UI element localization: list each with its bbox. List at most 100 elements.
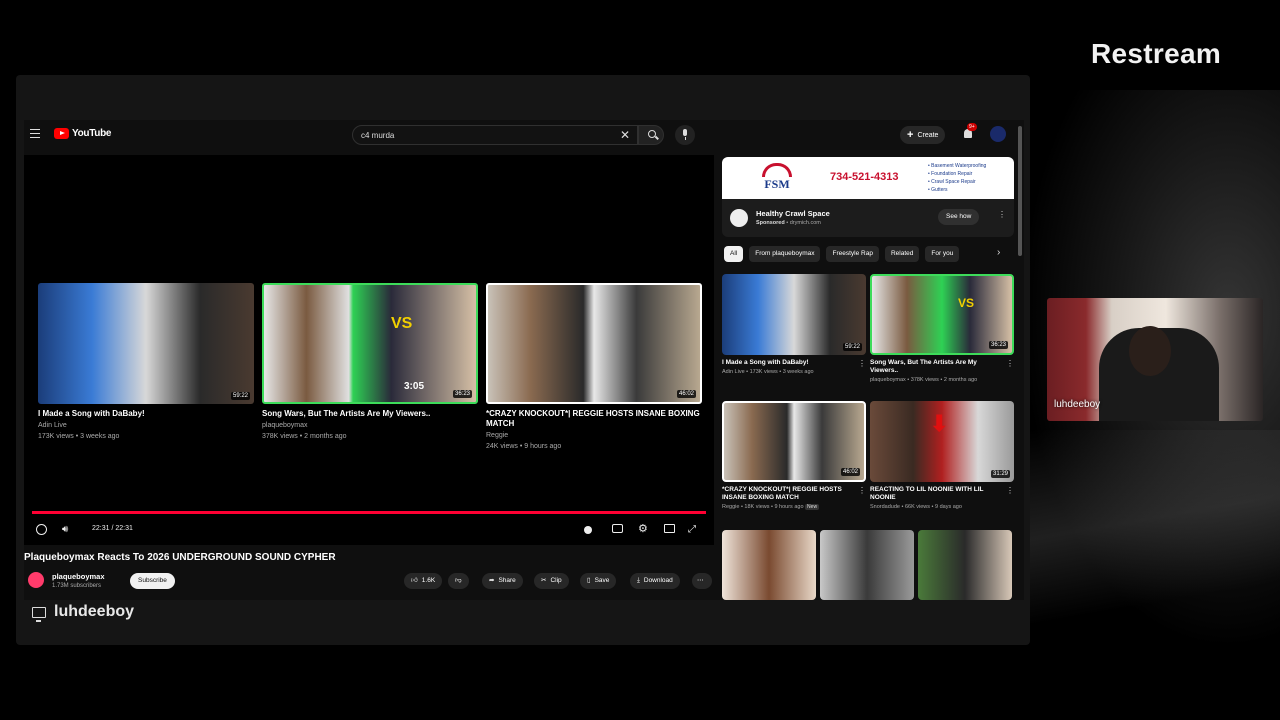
- screen-share-label: luhdeeboy: [32, 603, 134, 622]
- shorts-thumbnail[interactable]: [722, 530, 816, 600]
- channel-avatar[interactable]: [28, 572, 44, 588]
- duration-badge: 46:02: [676, 390, 696, 398]
- ad-sponsored-line: Sponsored • drymich.com: [756, 220, 821, 226]
- settings-gear-icon[interactable]: ⚙: [638, 524, 649, 535]
- endscreen-title: *CRAZY KNOCKOUT*| REGGIE HOSTS INSANE BO…: [486, 409, 700, 428]
- shorts-thumbnail[interactable]: [820, 530, 914, 600]
- advertiser-avatar: [730, 209, 748, 227]
- channel-name[interactable]: plaqueboymax: [52, 572, 105, 581]
- duration-badge: 31:29: [990, 470, 1010, 478]
- video-player[interactable]: 59:22 I Made a Song with DaBaby! Adin Li…: [24, 155, 714, 545]
- chip-from-channel[interactable]: From plaqueboymax: [749, 246, 821, 262]
- youtube-header: YouTube c4 murda ✕ + Create 9+: [24, 120, 1024, 150]
- shorts-thumbnail[interactable]: [918, 530, 1012, 600]
- arrow-down-icon: ⬇: [930, 411, 949, 436]
- duration-badge: 59:22: [230, 392, 250, 400]
- sponsored-ad[interactable]: FSM 734-521-4313 • Basement Waterproofin…: [722, 157, 1014, 237]
- volume-icon[interactable]: 🔊︎: [62, 524, 73, 535]
- create-label: Create: [917, 131, 939, 139]
- notification-badge: 9+: [967, 123, 977, 131]
- ad-menu-icon[interactable]: ⋮: [998, 211, 1006, 222]
- like-button[interactable]: 👍︎ 1.6K: [404, 573, 443, 589]
- scissors-icon: ✂: [541, 577, 547, 584]
- time-display: 22:31 / 22:31: [92, 525, 133, 532]
- recommended-video[interactable]: ⬇ 31:29 REACTING TO LIL NOONIE WITH LIL N…: [870, 401, 1014, 510]
- video-menu-icon[interactable]: ⋮: [858, 360, 866, 371]
- fullscreen-icon[interactable]: ⤢: [688, 524, 699, 535]
- menu-icon[interactable]: [30, 129, 40, 138]
- youtube-play-icon: [54, 128, 69, 139]
- chip-freestyle-rap[interactable]: Freestyle Rap: [826, 246, 879, 262]
- monitor-icon: [32, 606, 46, 622]
- video-thumbnail: ⬇ 31:29: [870, 401, 1014, 482]
- chevron-right-icon[interactable]: ›: [997, 247, 1000, 258]
- ad-banner: FSM 734-521-4313 • Basement Waterproofin…: [722, 157, 1014, 199]
- bookmark-icon: ▯: [587, 577, 591, 584]
- chip-all[interactable]: All: [724, 246, 744, 262]
- recommended-video[interactable]: VS 36:23 Song Wars, But The Artists Are M…: [870, 274, 1014, 383]
- subscriber-count: 1.73M subscribers: [52, 583, 102, 589]
- share-icon: ➦: [489, 577, 495, 584]
- recommended-video[interactable]: 59:22 I Made a Song with DaBaby! Adin Li…: [722, 274, 866, 375]
- video-title: Plaqueboymax Reacts To 2026 UNDERGROUND …: [24, 552, 336, 563]
- video-menu-icon[interactable]: ⋮: [1006, 360, 1014, 371]
- dislike-button[interactable]: 👎︎: [448, 573, 469, 589]
- clip-button[interactable]: ✂ Clip: [534, 573, 569, 589]
- voice-search-button[interactable]: [675, 125, 695, 145]
- save-button[interactable]: ▯ Save: [580, 573, 617, 589]
- video-menu-icon[interactable]: ⋮: [858, 487, 866, 498]
- scrollbar[interactable]: [1018, 126, 1022, 256]
- create-button[interactable]: + Create: [900, 126, 946, 144]
- video-thumbnail: VS 36:23: [870, 274, 1014, 355]
- recommended-video[interactable]: 46:02 *CRAZY KNOCKOUT*| REGGIE HOSTS INS…: [722, 401, 866, 510]
- endscreen-channel: Adin Live: [38, 422, 67, 429]
- versus-text: VS: [958, 296, 975, 310]
- youtube-logo[interactable]: YouTube: [54, 128, 112, 139]
- see-how-button[interactable]: See how: [938, 209, 980, 225]
- video-meta: Snordadude • 66K views • 9 days ago: [870, 504, 962, 510]
- search-input[interactable]: c4 murda: [352, 125, 638, 145]
- miniplayer-icon[interactable]: [664, 524, 675, 533]
- endscreen-video[interactable]: 46:02 *CRAZY KNOCKOUT*| REGGIE HOSTS INS…: [486, 283, 702, 451]
- more-actions-button[interactable]: ⋯: [692, 573, 712, 589]
- share-button[interactable]: ➦ Share: [482, 573, 523, 589]
- player-controls: 🔊︎ 22:31 / 22:31 ⚙ ⤢: [24, 518, 714, 542]
- stream-canvas: Restream YouTube c4 murda ✕ + Create 9+: [0, 0, 1280, 720]
- subscribe-button[interactable]: Subscribe: [130, 573, 175, 589]
- ad-title: Healthy Crawl Space: [756, 209, 830, 218]
- duration-badge: 59:22: [842, 343, 862, 351]
- search-button[interactable]: [638, 125, 664, 145]
- video-thumbnail: 46:02: [722, 401, 866, 482]
- video-menu-icon[interactable]: ⋮: [1006, 487, 1014, 498]
- endscreen-video[interactable]: VS 3:05 36:23 Song Wars, But The Artists…: [262, 283, 478, 441]
- autoplay-toggle[interactable]: [584, 526, 592, 534]
- ad-phone: 734-521-4313: [830, 171, 899, 183]
- chip-for-you[interactable]: For you: [925, 246, 960, 262]
- duration-badge: 36:23: [452, 390, 472, 398]
- account-avatar[interactable]: [990, 126, 1006, 142]
- like-count: 1.6K: [421, 577, 436, 584]
- replay-icon[interactable]: [36, 524, 47, 535]
- progress-bar[interactable]: [32, 511, 706, 514]
- share-label: Share: [498, 577, 516, 584]
- video-title: REACTING TO LIL NOONIE WITH LIL NOONIE: [870, 486, 984, 501]
- endscreen-title: Song Wars, But The Artists Are My Viewer…: [262, 409, 431, 418]
- endscreen-channel: Reggie: [486, 432, 509, 439]
- download-label: Download: [643, 577, 673, 584]
- clear-search-icon[interactable]: ✕: [620, 126, 630, 144]
- webcam-username: luhdeeboy: [1054, 399, 1101, 410]
- new-badge: New: [805, 504, 820, 510]
- endscreen-title: I Made a Song with DaBaby!: [38, 409, 145, 418]
- thumbs-up-icon: 👍︎: [411, 577, 418, 584]
- endscreen-video[interactable]: 59:22 I Made a Song with DaBaby! Adin Li…: [38, 283, 254, 441]
- screen-share-panel: YouTube c4 murda ✕ + Create 9+ 59:22 I M…: [16, 75, 1030, 645]
- endscreen-meta: 173K views • 3 weeks ago: [38, 433, 120, 440]
- plus-icon: +: [907, 129, 914, 141]
- captions-icon[interactable]: [612, 524, 623, 533]
- chip-related[interactable]: Related: [884, 246, 920, 262]
- download-button[interactable]: ⤓ Download: [630, 573, 680, 589]
- video-thumbnail: 59:22: [722, 274, 866, 355]
- video-meta: Reggie • 18K views • 9 hours ago New: [722, 504, 820, 510]
- endscreen-meta: 378K views • 2 months ago: [262, 433, 347, 440]
- thumbs-down-icon: 👎︎: [455, 577, 462, 584]
